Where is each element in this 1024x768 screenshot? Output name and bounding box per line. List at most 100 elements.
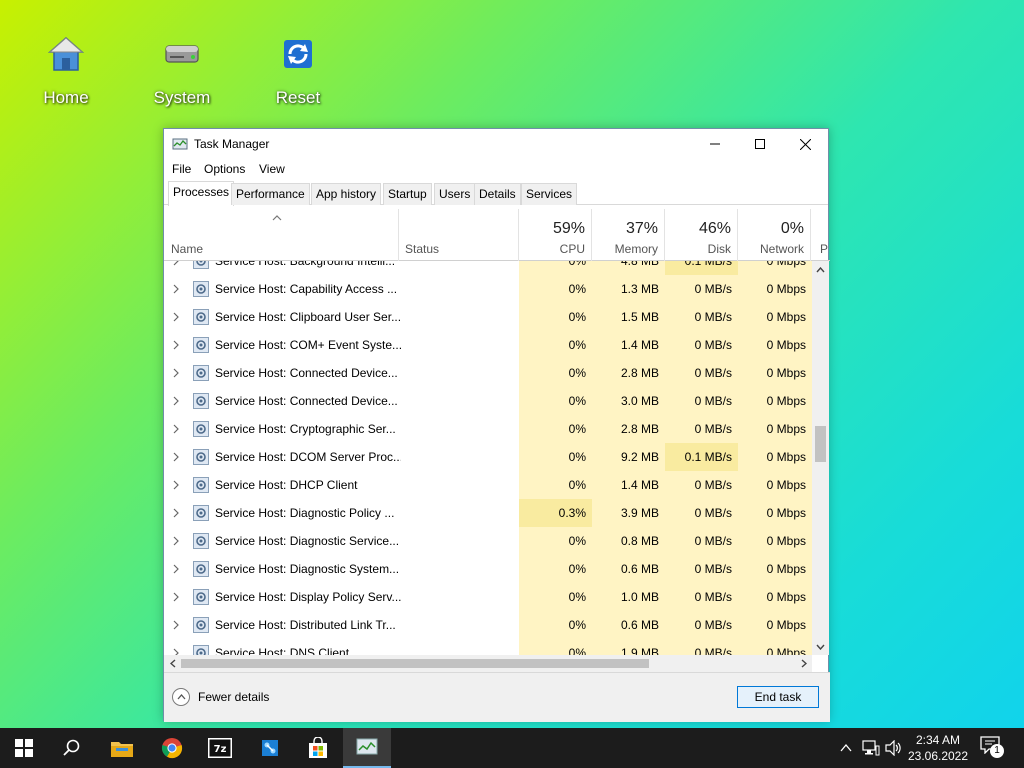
tab-processes[interactable]: Processes: [168, 181, 235, 206]
menu-view[interactable]: View: [259, 162, 285, 176]
tab-app-history[interactable]: App history: [311, 183, 382, 205]
expand-chevron-icon[interactable]: [173, 284, 179, 294]
scroll-right-button[interactable]: [795, 655, 812, 672]
taskbar-store[interactable]: [294, 728, 342, 768]
process-name: Service Host: Diagnostic Policy ...: [215, 506, 395, 520]
expand-chevron-icon[interactable]: [173, 564, 179, 574]
network-tray-button[interactable]: [861, 738, 881, 758]
menu-options[interactable]: Options: [204, 162, 245, 176]
horizontal-scroll-thumb[interactable]: [181, 659, 649, 668]
start-button[interactable]: [0, 728, 48, 768]
tab-startup[interactable]: Startup: [383, 183, 432, 205]
vertical-scroll-thumb[interactable]: [815, 426, 826, 462]
process-row[interactable]: Service Host: Connected Device... 0% 3.0 M…: [164, 387, 812, 415]
desktop-icon-home[interactable]: Home: [21, 32, 111, 114]
process-row[interactable]: Service Host: Distributed Link Tr... 0% 0.…: [164, 611, 812, 639]
service-gear-icon: [193, 533, 209, 549]
scroll-left-button[interactable]: [164, 655, 181, 672]
taskbar-7zip[interactable]: 7z: [196, 728, 244, 768]
desktop-icon-reset[interactable]: Reset: [253, 32, 343, 114]
end-task-button[interactable]: End task: [737, 686, 819, 708]
action-center-button[interactable]: 1: [980, 736, 1008, 760]
column-header-disk[interactable]: 46% Disk: [665, 209, 738, 261]
process-row[interactable]: Service Host: Background Intelli... 0% 4.8…: [164, 261, 812, 275]
process-name: Service Host: Clipboard User Ser...: [215, 310, 401, 324]
process-list[interactable]: Service Host: Background Intelli... 0% 4.8…: [164, 261, 812, 655]
process-name: Service Host: COM+ Event Syste...: [215, 338, 401, 352]
taskbar-clock[interactable]: 2:34 AM 23.06.2022: [900, 732, 976, 764]
process-row[interactable]: Service Host: DNS Client 0% 1.9 MB 0 MB/s 0 …: [164, 639, 812, 655]
scroll-up-button[interactable]: [812, 261, 829, 278]
process-row[interactable]: Service Host: Cryptographic Ser... 0% 2.8 …: [164, 415, 812, 443]
close-button[interactable]: [782, 129, 828, 159]
process-row[interactable]: Service Host: DHCP Client 0% 1.4 MB 0 MB/s 0…: [164, 471, 812, 499]
fewer-details-button[interactable]: Fewer details: [172, 688, 269, 706]
process-row[interactable]: Service Host: Diagnostic Policy ... 0.3% 3…: [164, 499, 812, 527]
expand-chevron-icon[interactable]: [173, 261, 179, 266]
vertical-scrollbar[interactable]: [812, 261, 829, 655]
expand-chevron-icon[interactable]: [173, 368, 179, 378]
maximize-button[interactable]: [737, 129, 783, 159]
memory-cell: 0.6 MB: [620, 562, 659, 576]
network-cell: 0 Mbps: [766, 506, 806, 520]
process-name: Service Host: Diagnostic System...: [215, 562, 400, 576]
column-header-cpu[interactable]: 59% CPU: [519, 209, 592, 261]
title-bar[interactable]: Task Manager: [164, 129, 828, 159]
column-header-status[interactable]: Status: [399, 209, 519, 261]
process-row[interactable]: Service Host: DCOM Server Proc... 0% 9.2 M…: [164, 443, 812, 471]
show-hidden-icons-button[interactable]: [836, 738, 856, 758]
service-gear-icon: [193, 309, 209, 325]
tab-services[interactable]: Services: [521, 183, 578, 205]
expand-chevron-icon[interactable]: [173, 424, 179, 434]
tab-performance[interactable]: Performance: [231, 183, 310, 205]
process-row[interactable]: Service Host: Diagnostic Service... 0% 0.8…: [164, 527, 812, 555]
column-header-power[interactable]: P: [811, 209, 829, 261]
expand-chevron-icon[interactable]: [173, 592, 179, 602]
taskbar-chrome[interactable]: [148, 728, 196, 768]
tab-details[interactable]: Details: [474, 183, 521, 205]
process-row[interactable]: Service Host: COM+ Event Syste... 0% 1.4 M…: [164, 331, 812, 359]
network-cell: 0 Mbps: [766, 310, 806, 324]
expand-chevron-icon[interactable]: [173, 312, 179, 322]
network-cell: 0 Mbps: [766, 282, 806, 296]
minimize-button[interactable]: [692, 129, 738, 159]
chevron-up-icon: [840, 744, 852, 752]
expand-chevron-icon[interactable]: [173, 452, 179, 462]
expand-chevron-icon[interactable]: [173, 620, 179, 630]
disk-cell: 0 MB/s: [694, 366, 732, 380]
disk-cell: 0 MB/s: [694, 534, 732, 548]
expand-chevron-icon[interactable]: [173, 648, 179, 655]
process-row[interactable]: Service Host: Diagnostic System... 0% 0.6 …: [164, 555, 812, 583]
process-row[interactable]: Service Host: Display Policy Serv... 0% 1.…: [164, 583, 812, 611]
column-header-network[interactable]: 0% Network: [738, 209, 811, 261]
network-cell: 0 Mbps: [766, 450, 806, 464]
service-gear-icon: [193, 421, 209, 437]
taskbar-network-tool[interactable]: [246, 728, 294, 768]
expand-chevron-icon[interactable]: [173, 396, 179, 406]
disk-cell: 0.1 MB/s: [665, 443, 738, 471]
tab-users[interactable]: Users: [434, 183, 476, 205]
network-cell: 0 Mbps: [766, 366, 806, 380]
disk-cell: 0 MB/s: [694, 646, 732, 655]
taskbar-task-manager[interactable]: [343, 728, 391, 768]
expand-chevron-icon[interactable]: [173, 480, 179, 490]
desktop-icon-system[interactable]: System: [137, 32, 227, 114]
process-row[interactable]: Service Host: Clipboard User Ser... 0% 1.5…: [164, 303, 812, 331]
column-header-name[interactable]: Name: [164, 209, 399, 261]
fewer-details-label: Fewer details: [198, 690, 270, 704]
cpu-cell: 0%: [568, 534, 586, 548]
expand-chevron-icon[interactable]: [173, 508, 179, 518]
expand-chevron-icon[interactable]: [173, 536, 179, 546]
taskbar-file-explorer[interactable]: [98, 728, 146, 768]
network-cell: 0 Mbps: [766, 618, 806, 632]
expand-chevron-icon[interactable]: [173, 340, 179, 350]
menu-file[interactable]: File: [172, 162, 191, 176]
minimize-icon: [710, 143, 720, 145]
process-row[interactable]: Service Host: Capability Access ... 0% 1.3…: [164, 275, 812, 303]
column-label: Name: [171, 242, 204, 256]
search-button[interactable]: [48, 728, 96, 768]
scroll-down-button[interactable]: [812, 638, 829, 655]
horizontal-scrollbar[interactable]: [164, 655, 812, 672]
process-row[interactable]: Service Host: Connected Device... 0% 2.8 M…: [164, 359, 812, 387]
column-header-memory[interactable]: 37% Memory: [592, 209, 665, 261]
